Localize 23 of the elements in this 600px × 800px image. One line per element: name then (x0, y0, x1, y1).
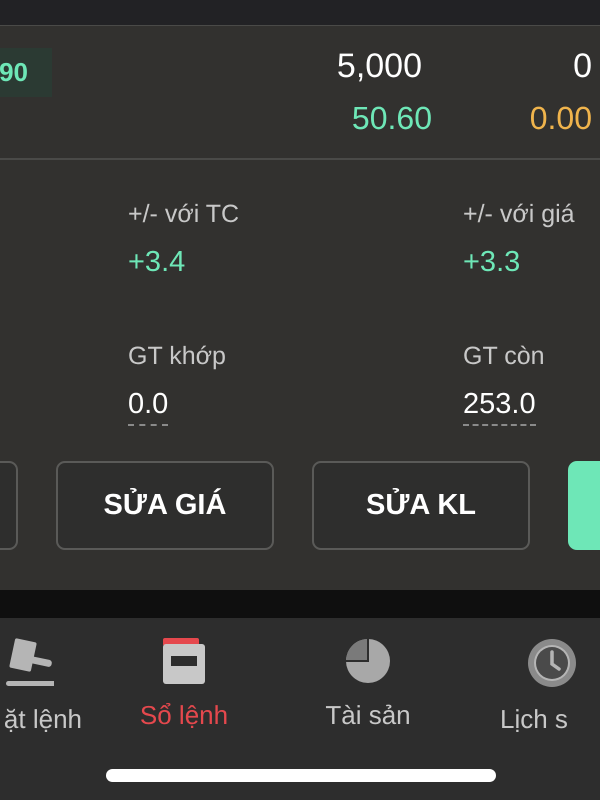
stat-label: GT còn (463, 341, 545, 372)
stat-value: 0.0 (128, 384, 168, 426)
action-button[interactable]: SỬA KL (312, 461, 530, 550)
gavel-icon (4, 638, 54, 688)
stat-label: +/- với giá (463, 199, 575, 230)
price-text: 0.00 (530, 99, 592, 138)
nav-tab[interactable]: Tài sản (276, 638, 460, 739)
nav-tab[interactable]: Sổ lệnh (92, 638, 276, 739)
stat-label: GT khớp (128, 341, 226, 372)
nav-tab[interactable]: Lịch s (460, 638, 600, 739)
pie-chart-icon (345, 638, 391, 684)
stat-value: +3.3 (463, 245, 520, 280)
price-tag: 90 (0, 48, 52, 97)
book-icon (163, 638, 205, 684)
clock-icon (527, 638, 577, 688)
quantity-text: 5,000 (336, 46, 422, 86)
stat-value: +3.4 (128, 245, 186, 280)
stat-label: +/- với TC (128, 199, 240, 230)
price-text: 50.60 (352, 99, 432, 138)
nav-tab[interactable]: ặt lệnh (0, 638, 92, 739)
stat-value: 253.0 (463, 384, 536, 426)
quantity-text: 0 (573, 46, 592, 86)
action-button[interactable]: SỬA GIÁ (56, 461, 274, 550)
